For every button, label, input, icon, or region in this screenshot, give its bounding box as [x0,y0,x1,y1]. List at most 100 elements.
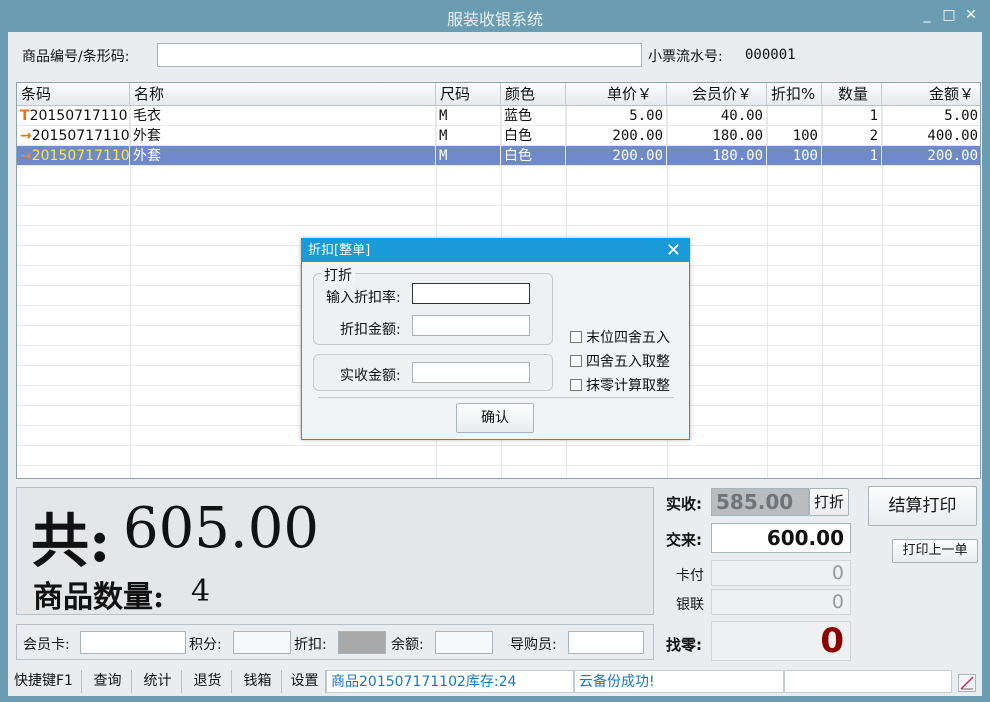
card-pay-label: 卡付 [676,568,704,584]
stock-status: 商品201507171102库存:24 [326,670,574,693]
received-amount: 585.00 [711,488,809,516]
points-field [233,631,291,654]
tendered-label: 交来: [666,531,702,549]
discount-amount-label: 折扣金额: [340,322,401,338]
table-row-empty [17,206,980,226]
cell-color: 蓝色 [501,106,566,126]
dialog-close-icon[interactable]: ✕ [666,239,681,262]
stats-button[interactable]: 统计 [134,670,182,693]
table-row-empty [17,446,980,466]
cell-qty: 1 [822,106,882,126]
table-row[interactable]: →201507171102 外套 M 白色 200.00 180.00 100 … [17,126,980,146]
maximize-button[interactable]: □ [940,6,958,24]
shortcut-f1-button[interactable]: 快捷键F1 [10,670,82,693]
item-count: 4 [191,574,211,609]
col-discount[interactable]: 折扣% [767,83,822,106]
item-count-label: 商品数量: [33,580,165,615]
cell-member-price: 180.00 [667,146,767,166]
cell-amount: 5.00 [882,106,980,126]
col-barcode[interactable]: 条码 [17,83,130,106]
resize-grip-icon[interactable] [958,674,976,692]
barcode-label: 商品编号/条形码: [22,49,130,65]
arrow-right-icon: → [20,128,32,144]
cell-member-price: 180.00 [667,126,767,146]
checkbox-box [570,331,582,343]
cell-color: 白色 [501,126,566,146]
col-qty[interactable]: 数量 [822,83,882,106]
cashbox-button[interactable]: 钱箱 [234,670,282,693]
cell-barcode: →201507171102 [17,146,130,166]
card-pay-amount: 0 [711,560,851,586]
checkbox-label: 抹零计算取整 [586,378,670,394]
cell-name: 毛衣 [130,106,436,126]
sales-guide-input[interactable] [568,631,644,654]
total-panel: 共: 605.00 商品数量: 4 [16,487,654,615]
col-member-price[interactable]: 会员价￥ [667,83,767,106]
reprint-last-button[interactable]: 打印上一单 [892,539,978,563]
member-card-label: 会员卡: [23,637,70,653]
discount-amount-input[interactable] [412,315,530,336]
discount-button[interactable]: 打折 [809,488,849,516]
cloud-backup-status: 云备份成功! [574,670,784,693]
checkbox-box [570,379,582,391]
barcode-text: 201507171102 [31,128,130,144]
cell-qty: 1 [822,146,882,166]
close-button[interactable]: ✕ [962,6,980,24]
barcode-input[interactable] [157,43,642,67]
table-header: 条码 名称 尺码 颜色 单价￥ 会员价￥ 折扣% 数量 金额￥ [17,83,980,106]
change-amount: 0 [711,621,851,661]
minimize-button[interactable]: _ [918,6,936,24]
round-last-digit-checkbox[interactable]: 末位四舍五入 [570,327,670,347]
cell-discount: 100 [767,126,822,146]
member-discount-field [338,631,386,654]
cell-amount: 200.00 [882,146,980,166]
new-item-marker-icon: T [20,108,30,124]
member-card-input[interactable] [80,631,186,654]
cell-discount: 100 [767,146,822,166]
col-size[interactable]: 尺码 [436,83,501,106]
col-amount[interactable]: 金额￥ [882,83,980,106]
cell-color: 白色 [501,146,566,166]
settings-button[interactable]: 设置 [284,670,326,693]
discount-dialog: 折扣[整单] ✕ 打折 输入折扣率: 折扣金额: 实收金额: 末位四舍五入 四舍… [301,238,690,440]
total-amount: 605.00 [123,496,319,561]
table-row-selected[interactable]: →201507171102 外套 M 白色 200.00 180.00 100 … [17,146,980,166]
member-bar: 会员卡: 积分: 折扣: 余额: 导购员: [16,624,654,660]
cell-price: 5.00 [566,106,667,126]
round-to-integer-checkbox[interactable]: 四舍五入取整 [570,351,670,371]
discount-rate-input[interactable] [412,283,530,304]
confirm-button[interactable]: 确认 [456,403,534,433]
discount-group-label: 打折 [321,265,355,285]
tendered-input[interactable]: 600.00 [711,523,851,553]
col-price[interactable]: 单价￥ [566,83,667,106]
checkbox-label: 末位四舍五入 [586,330,670,346]
dialog-received-input[interactable] [412,362,530,383]
cell-barcode: T201507171101 [17,106,130,126]
col-color[interactable]: 颜色 [501,83,566,106]
total-prefix: 共: [31,507,111,575]
balance-field [435,631,493,654]
cell-name: 外套 [130,126,436,146]
receipt-number: 000001 [745,47,796,63]
drop-change-checkbox[interactable]: 抹零计算取整 [570,375,670,395]
cell-name: 外套 [130,146,436,166]
col-name[interactable]: 名称 [130,83,436,106]
sales-guide-label: 导购员: [510,637,557,653]
cell-discount [767,106,822,126]
cell-barcode: →201507171102 [17,126,130,146]
dialog-divider [318,397,674,398]
balance-label: 余额: [391,637,424,653]
main-window: 服装收银系统 _ □ ✕ 商品编号/条形码: 小票流水号: 000001 条码 … [0,0,990,702]
query-button[interactable]: 查询 [84,670,132,693]
barcode-text: 201507171102 [31,148,130,164]
table-row-empty [17,166,980,186]
member-discount-label: 折扣: [294,637,327,653]
change-label: 找零: [666,636,702,654]
return-button[interactable]: 退货 [184,670,232,693]
receipt-label: 小票流水号: [648,49,723,65]
status-empty-cell [784,670,952,693]
table-row[interactable]: T201507171101 毛衣 M 蓝色 5.00 40.00 1 5.00 [17,106,980,126]
checkout-print-button[interactable]: 结算打印 [868,486,977,526]
cell-amount: 400.00 [882,126,980,146]
arrow-right-icon: → [20,148,32,164]
